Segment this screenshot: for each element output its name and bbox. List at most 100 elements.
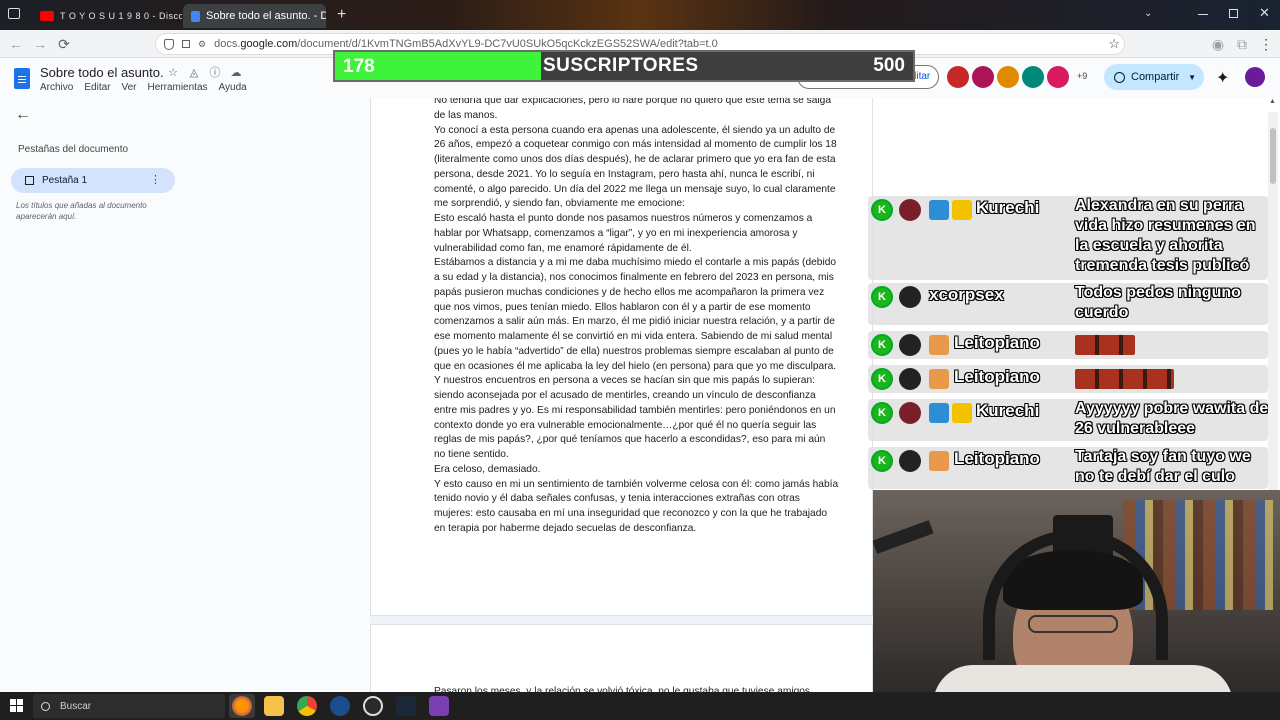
- paragraph[interactable]: Era celoso, demasiado.: [434, 463, 839, 478]
- chat-message: Kurechi Ayyyyyy pobre wawita de 26 vulne…: [868, 399, 1268, 441]
- url-text: docs.google.com/document/d/1KvmTNGmB5AdX…: [214, 38, 718, 50]
- browser-tab-bar: T O Y O S U 1 9 8 0 - Discover Sobre tod…: [0, 0, 1280, 30]
- document-tab-icon: [25, 176, 34, 185]
- paragraph[interactable]: Y esto causo en mi un sentimiento de tam…: [434, 478, 839, 537]
- share-label: Compartir: [1131, 71, 1180, 83]
- chat-text: Tartaja soy fan tuyo we no te debí dar e…: [1075, 448, 1251, 485]
- gemini-sparkle-icon[interactable]: ✦: [1216, 68, 1229, 88]
- document-page[interactable]: Pasaron los meses, y la relación se volv…: [370, 624, 873, 694]
- tracking-shield-icon[interactable]: [164, 38, 174, 50]
- star-icon[interactable]: ☆: [166, 66, 180, 80]
- kick-badge-icon: [871, 450, 893, 472]
- file-explorer-icon[interactable]: [264, 696, 284, 716]
- kick-badge-icon: [871, 286, 893, 308]
- panel-heading: Pestañas del documento: [18, 144, 129, 155]
- youtube-icon: [40, 11, 54, 21]
- minimize-icon[interactable]: [1198, 14, 1208, 15]
- browser-tab-youtube[interactable]: T O Y O S U 1 9 8 0 - Discover: [32, 4, 182, 28]
- bookmark-star-icon[interactable]: ☆: [1108, 36, 1120, 52]
- new-tab-button[interactable]: +: [337, 6, 346, 24]
- badge-icon: [929, 369, 949, 389]
- chrome-icon[interactable]: [297, 696, 317, 716]
- avatar: [899, 450, 921, 472]
- paragraph[interactable]: Esto escaló hasta el punto donde nos pas…: [434, 212, 839, 256]
- taskbar-search[interactable]: Buscar: [33, 694, 225, 718]
- collaborator-avatar[interactable]: [972, 66, 994, 88]
- steam-icon[interactable]: [396, 696, 416, 716]
- menu-editar[interactable]: Editar: [84, 82, 110, 93]
- scroll-up-icon[interactable]: ▲: [1269, 98, 1276, 105]
- lock-icon[interactable]: [182, 40, 190, 48]
- forward-icon[interactable]: →: [30, 34, 50, 54]
- avatar: [899, 368, 921, 390]
- document-title[interactable]: Sobre todo el asunto.: [40, 65, 164, 80]
- windows-start-icon[interactable]: [10, 699, 24, 713]
- paragraph[interactable]: Y nuestros encuentros en persona a veces…: [434, 374, 839, 463]
- url-prefix: docs.: [214, 38, 241, 50]
- back-icon[interactable]: ←: [6, 34, 26, 54]
- menu-herramientas[interactable]: Herramientas: [148, 82, 208, 93]
- obs-icon[interactable]: [363, 696, 383, 716]
- collaborator-avatar[interactable]: [1047, 66, 1069, 88]
- menu-ver[interactable]: Ver: [121, 82, 136, 93]
- chat-username: Kurechi: [975, 401, 1040, 421]
- site-settings-icon[interactable]: ⚙: [198, 39, 206, 50]
- avatar[interactable]: [1245, 67, 1265, 87]
- docs-logo-icon[interactable]: [14, 68, 30, 89]
- document-body[interactable]: No tendría que dar explicaciones, pero l…: [434, 98, 839, 537]
- app-icon[interactable]: [429, 696, 449, 716]
- chat-text: Todos pedos ninguno cuerdo: [1075, 284, 1241, 321]
- move-folder-icon[interactable]: ◬: [187, 66, 201, 80]
- document-page[interactable]: No tendría que dar explicaciones, pero l…: [370, 98, 873, 616]
- paragraph[interactable]: No tendría que dar explicaciones, pero l…: [434, 98, 839, 124]
- firefox-icon[interactable]: [232, 696, 252, 716]
- document-tab-label: Pestaña 1: [42, 175, 88, 186]
- chat-username: Leitopiano: [954, 333, 1041, 353]
- chat-username: Leitopiano: [954, 449, 1041, 469]
- paragraph[interactable]: Estábamos a distancia y a mi me daba muc…: [434, 256, 839, 374]
- collaborator-avatar[interactable]: [1022, 66, 1044, 88]
- kick-badge-icon: [871, 402, 893, 424]
- microphone-arm: [873, 520, 934, 554]
- back-arrow-icon[interactable]: ←: [15, 106, 31, 124]
- chat-message: Leitopiano Tartaja soy fan tuyo we no te…: [868, 447, 1268, 489]
- maximize-icon[interactable]: [1229, 9, 1238, 18]
- chat-username: Kurechi: [975, 198, 1040, 218]
- collaborator-avatar[interactable]: [947, 66, 969, 88]
- share-dropdown-icon[interactable]: ▼: [1188, 73, 1196, 82]
- tab-list-icon[interactable]: [8, 8, 20, 19]
- crown-icon: [952, 200, 972, 220]
- menu-archivo[interactable]: Archivo: [40, 82, 73, 93]
- chat-emote: [1075, 335, 1135, 355]
- browser-tab-docs[interactable]: Sobre todo el asunto. - Docum ×: [183, 4, 326, 28]
- paragraph[interactable]: Yo conocí a esta persona cuando era apen…: [434, 124, 839, 213]
- chat-text: Alexandra en su perra vida hizo resumene…: [1075, 197, 1256, 274]
- cloud-status-icon[interactable]: ☁: [229, 66, 243, 80]
- tab-search-chevron-icon[interactable]: ⌄: [1144, 8, 1152, 19]
- close-window-icon[interactable]: ✕: [1259, 5, 1270, 21]
- document-tab-item[interactable]: Pestaña 1 ⋮: [11, 168, 175, 193]
- avatar: [899, 286, 921, 308]
- more-collaborators-count[interactable]: +9: [1077, 71, 1087, 81]
- app-c-icon[interactable]: [330, 696, 350, 716]
- crown-icon: [952, 403, 972, 423]
- menu-ayuda[interactable]: Ayuda: [219, 82, 247, 93]
- webcam-feed: [873, 490, 1280, 692]
- extensions-icon[interactable]: ⧉: [1232, 34, 1252, 54]
- chat-username: Leitopiano: [954, 367, 1041, 387]
- collaborator-avatar[interactable]: [997, 66, 1019, 88]
- scrollbar-thumb[interactable]: [1270, 128, 1276, 184]
- chat-message: Leitopiano: [868, 365, 1268, 393]
- profile-icon[interactable]: ◉: [1208, 34, 1228, 54]
- docs-menubar: Archivo Editar Ver Herramientas Ayuda: [40, 82, 247, 93]
- share-button[interactable]: Compartir ▼: [1104, 64, 1204, 90]
- url-domain: google.com: [240, 38, 298, 50]
- info-icon[interactable]: ⓘ: [208, 66, 222, 80]
- menu-icon[interactable]: ⋮: [1256, 34, 1276, 54]
- chat-message: Kurechi Alexandra en su perra vida hizo …: [868, 196, 1268, 280]
- reload-icon[interactable]: ⟳: [54, 34, 74, 54]
- outline-hint: Los títulos que añadas al documento apar…: [16, 201, 147, 221]
- tab-options-icon[interactable]: ⋮: [150, 173, 161, 186]
- chat-message: Leitopiano: [868, 331, 1268, 359]
- badge-icon: [929, 335, 949, 355]
